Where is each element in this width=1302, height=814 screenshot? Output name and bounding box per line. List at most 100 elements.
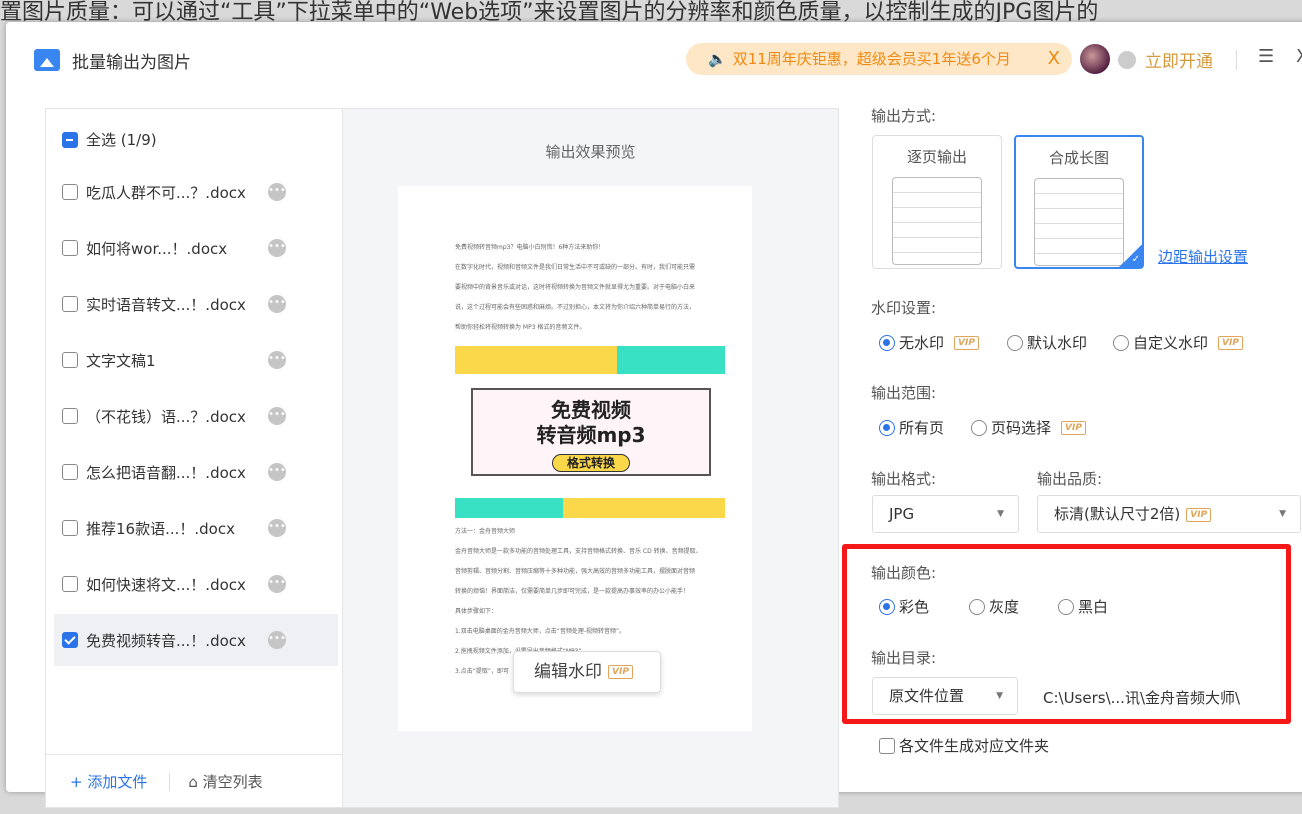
menu-icon[interactable]: ☰ — [1258, 46, 1274, 67]
file-list-item[interactable]: 文字文稿1 ••• — [54, 334, 338, 386]
open-vip-button[interactable]: 立即开通 — [1145, 47, 1213, 72]
file-name: （不花钱）语...？.docx — [86, 407, 246, 426]
dialog-title: 批量输出为图片 — [72, 53, 191, 73]
image-icon — [34, 49, 60, 71]
preview-panel: 输出效果预览 免费视频转音频mp3？电脑小白别慌！6种方法来助你！ 在数字化时代，… — [343, 108, 839, 808]
vip-badge: VIP — [954, 335, 979, 350]
document-illustration: 免费视频 转音频mp3 格式转换 — [455, 346, 725, 518]
more-icon[interactable]: ••• — [268, 575, 286, 593]
page-layout-icon — [892, 177, 982, 265]
more-icon[interactable]: ••• — [268, 183, 286, 201]
close-icon[interactable]: X — [1296, 46, 1302, 67]
file-list-item[interactable]: 如何将wor...！.docx ••• — [54, 222, 338, 274]
per-file-folder-checkbox[interactable]: 各文件生成对应文件夹 — [879, 735, 1049, 756]
quality-value: 标清(默认尺寸2倍) — [1054, 505, 1181, 523]
file-name: 如何将wor...！.docx — [86, 239, 228, 258]
long-layout-icon — [1034, 178, 1124, 266]
document-line: 转换的烦恼！界面简洁，仅需要简单几步即可完成，是一款提高办事效率的办公小能手！ — [455, 588, 690, 595]
mode-page-label: 逐页输出 — [906, 148, 967, 166]
file-list-item[interactable]: （不花钱）语...？.docx ••• — [54, 390, 338, 442]
checkbox-icon[interactable] — [62, 520, 78, 536]
promo-close-icon[interactable]: X — [1048, 43, 1060, 75]
file-list-panel: 全选 (1/9) 吃瓜人群不可...？.docx ••• 如何将wor...！.do… — [45, 108, 343, 808]
checkbox-icon[interactable] — [62, 632, 78, 648]
checkbox-icon[interactable] — [62, 240, 78, 256]
range-pick-radio[interactable]: 页码选择 VIP — [971, 417, 1086, 438]
checkbox-icon[interactable] — [62, 184, 78, 200]
list-footer: + 添加文件 ⌂ 清空列表 — [46, 754, 342, 814]
edit-watermark-button[interactable]: 编辑水印 VIP — [513, 651, 661, 693]
banner-line-1: 免费视频 — [551, 398, 631, 422]
select-all-checkbox[interactable]: 全选 (1/9) — [62, 129, 157, 150]
banner-tag: 格式转换 — [551, 454, 630, 472]
promo-banner[interactable]: 🔈 双11周年庆钜惠，超级会员买1年送6个月 X — [686, 43, 1072, 75]
file-name: 实时语音转文...！.docx — [86, 295, 246, 314]
clear-icon: ⌂ — [188, 773, 203, 791]
document-line: 金舟音频大师是一款多功能的音频处理工具，支持音频格式转换、音乐 CD 转换、音频… — [455, 548, 702, 555]
document-line: 要视频中的背景音乐或对话，这时将视频转换为音频文件就显得尤为重要。对于电脑小白来 — [455, 284, 696, 291]
clear-list-label: 清空列表 — [202, 773, 263, 791]
checkbox-icon[interactable] — [62, 131, 78, 148]
checkbox-icon[interactable] — [62, 576, 78, 592]
file-list-item[interactable]: 吃瓜人群不可...？.docx ••• — [54, 166, 338, 218]
checkbox-icon[interactable] — [62, 464, 78, 480]
highlight-annotation-box — [842, 544, 1291, 724]
watermark-default-radio[interactable]: 默认水印 — [1007, 332, 1087, 353]
more-icon[interactable]: ••• — [268, 463, 286, 481]
margin-settings-link[interactable]: 边距输出设置 — [1158, 246, 1248, 267]
checkbox-icon[interactable] — [879, 737, 895, 754]
mode-page-by-page[interactable]: 逐页输出 — [872, 135, 1002, 269]
file-name: 怎么把语音翻...！.docx — [86, 463, 246, 482]
vip-badge: VIP — [1186, 507, 1212, 522]
speaker-icon: 🔈 — [708, 50, 727, 68]
radio-label: 默认水印 — [1027, 334, 1088, 352]
more-icon[interactable]: ••• — [268, 295, 286, 313]
document-line: 在数字化时代，视频和音频文件是我们日常生活中不可或缺的一部分。有时，我们可能只需 — [455, 264, 696, 271]
select-all-label: 全选 (1/9) — [86, 131, 157, 149]
file-list-item[interactable]: 实时语音转文...！.docx ••• — [54, 278, 338, 330]
range-label: 输出范围: — [871, 384, 937, 402]
file-list-item[interactable]: 免费视频转音...！.docx ••• — [54, 614, 338, 666]
checkbox-icon[interactable] — [62, 352, 78, 368]
file-list-item[interactable]: 推荐16款语...！.docx ••• — [54, 502, 338, 554]
vip-badge: VIP — [1061, 420, 1086, 435]
quality-label: 输出品质: — [1037, 470, 1103, 488]
checkbox-icon[interactable] — [62, 408, 78, 424]
range-all-radio[interactable]: 所有页 — [879, 417, 944, 438]
file-name: 吃瓜人群不可...？.docx — [86, 183, 246, 202]
checkbox-label: 各文件生成对应文件夹 — [899, 737, 1050, 755]
chevron-down-icon: ▼ — [997, 509, 1004, 519]
document-line: 帮助你轻松将视频转换为 MP3 格式的音频文件。 — [455, 324, 586, 331]
title-bar: 批量输出为图片 🔈 双11周年庆钜惠，超级会员买1年送6个月 X 立即开通 ☰ X — [6, 22, 1302, 96]
clear-list-button[interactable]: ⌂ 清空列表 — [169, 773, 263, 791]
file-list-item[interactable]: 如何快速将文...！.docx ••• — [54, 558, 338, 610]
avatar[interactable] — [1080, 44, 1110, 74]
edit-watermark-label: 编辑水印 — [534, 662, 602, 682]
format-label: 输出格式: — [871, 470, 937, 488]
format-select[interactable]: JPG ▼ — [872, 495, 1019, 533]
file-name: 如何快速将文...！.docx — [86, 575, 246, 594]
radio-label: 所有页 — [899, 419, 945, 437]
more-icon[interactable]: ••• — [268, 519, 286, 537]
mode-long-image[interactable]: 合成长图 — [1014, 135, 1144, 269]
quality-select[interactable]: 标清(默认尺寸2倍) VIP ▼ — [1037, 495, 1301, 533]
preview-page: 免费视频转音频mp3？电脑小白别慌！6种方法来助你！ 在数字化时代，视频和音频文件… — [398, 186, 752, 731]
document-line: 说，这个过程可能会有些困惑和麻烦。不过别担心，本文将为你介绍六种简单易行的方法， — [455, 304, 696, 311]
more-icon[interactable]: ••• — [268, 351, 286, 369]
document-line: 音频剪辑、音频分割、音频压缩等十多种功能，强大高效的音频多功能工具，摆脱面对音频 — [455, 568, 696, 575]
more-icon[interactable]: ••• — [268, 239, 286, 257]
vip-badge: VIP — [1218, 335, 1243, 350]
output-mode-label: 输出方式: — [871, 107, 937, 125]
more-icon[interactable]: ••• — [268, 407, 286, 425]
watermark-custom-radio[interactable]: 自定义水印 VIP — [1113, 332, 1243, 353]
more-icon[interactable]: ••• — [268, 631, 286, 649]
watermark-none-radio[interactable]: 无水印 VIP — [879, 332, 979, 353]
format-value: JPG — [889, 505, 915, 523]
radio-label: 无水印 — [899, 334, 945, 352]
file-name: 免费视频转音...！.docx — [86, 631, 246, 650]
vip-badge-icon — [1118, 51, 1136, 69]
add-file-button[interactable]: + 添加文件 — [70, 773, 147, 791]
file-list-item[interactable]: 怎么把语音翻...！.docx ••• — [54, 446, 338, 498]
file-name: 推荐16款语...！.docx — [86, 519, 235, 538]
checkbox-icon[interactable] — [62, 296, 78, 312]
